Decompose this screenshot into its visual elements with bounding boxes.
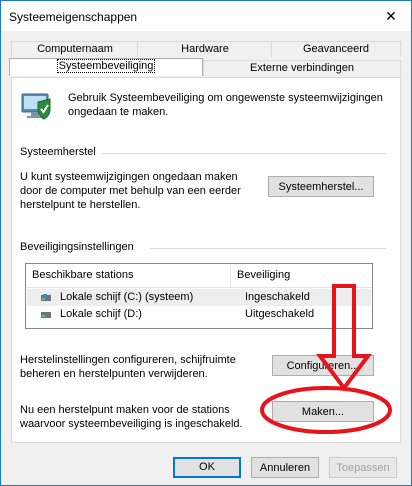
system-properties-window: Systeemeigenschappen ✕ Computernaam Hard…	[0, 0, 412, 486]
configure-description: Herstelinstellingen configureren, schijf…	[20, 354, 236, 380]
intro-text: Gebruik Systeembeveiliging om ongewenste…	[68, 92, 383, 118]
system-restore-label: Systeemherstel...	[278, 181, 364, 193]
drive-row-c[interactable]: Lokale schijf (C:) (systeem) Ingeschakel…	[27, 289, 371, 306]
drive-name: Lokale schijf (C:) (systeem)	[60, 291, 194, 303]
tab-label: Externe verbindingen	[250, 62, 354, 74]
system-drive-icon	[41, 294, 51, 301]
create-description: Nu een herstelpunt maken voor de station…	[20, 404, 243, 430]
column-header-protection[interactable]: Beveiliging	[230, 264, 372, 287]
configure-button[interactable]: Configureren...	[272, 355, 374, 376]
restore-description: U kunt systeemwijzigingen ongedaan maken…	[20, 171, 241, 211]
ok-button[interactable]: OK	[173, 457, 241, 478]
protection-group-title: Beveiligingsinstellingen	[20, 241, 134, 253]
column-header-stations[interactable]: Beschikbare stations	[26, 264, 230, 287]
title-bar: Systeemeigenschappen ✕	[1, 1, 411, 31]
system-protection-panel: Gebruik Systeembeveiliging om ongewenste…	[11, 77, 401, 443]
tab-computernaam[interactable]: Computernaam	[11, 41, 139, 57]
apply-button[interactable]: Toepassen	[329, 457, 397, 478]
drive-row-d[interactable]: Lokale schijf (D:) Uitgeschakeld	[27, 306, 371, 323]
tab-label: Hardware	[181, 43, 229, 55]
ok-label: OK	[199, 461, 215, 473]
window-title: Systeemeigenschappen	[9, 10, 138, 24]
drive-status: Uitgeschakeld	[245, 308, 315, 320]
tab-label: Geavanceerd	[302, 43, 370, 55]
list-header: Beschikbare stations Beveiliging	[26, 264, 372, 288]
configure-label: Configureren...	[286, 360, 360, 372]
system-protection-icon	[21, 93, 51, 120]
group-divider	[102, 153, 386, 154]
drive-status: Ingeschakeld	[245, 291, 310, 303]
tab-label: Systeembeveiliging	[56, 59, 156, 73]
tab-hardware[interactable]: Hardware	[137, 41, 273, 57]
restore-group-title: Systeemherstel	[20, 146, 96, 158]
tab-label: Computernaam	[37, 43, 113, 55]
system-restore-button[interactable]: Systeemherstel...	[268, 176, 374, 197]
group-divider	[150, 248, 386, 249]
tab-systeembeveiliging[interactable]: Systeembeveiliging	[9, 58, 203, 76]
apply-label: Toepassen	[336, 462, 390, 474]
tab-externe-verbindingen[interactable]: Externe verbindingen	[203, 60, 401, 76]
drives-list[interactable]: Beschikbare stations Beveiliging Lokale …	[25, 263, 373, 329]
tab-geavanceerd[interactable]: Geavanceerd	[271, 41, 401, 57]
close-button[interactable]: ✕	[377, 3, 405, 29]
cancel-label: Annuleren	[259, 462, 311, 474]
tab-strip: Computernaam Hardware Geavanceerd Systee…	[1, 31, 411, 79]
create-label: Maken...	[301, 406, 345, 418]
drive-name: Lokale schijf (D:)	[60, 308, 142, 320]
create-restore-point-button[interactable]: Maken...	[272, 401, 374, 422]
drive-icon	[41, 312, 51, 318]
cancel-button[interactable]: Annuleren	[251, 457, 319, 478]
